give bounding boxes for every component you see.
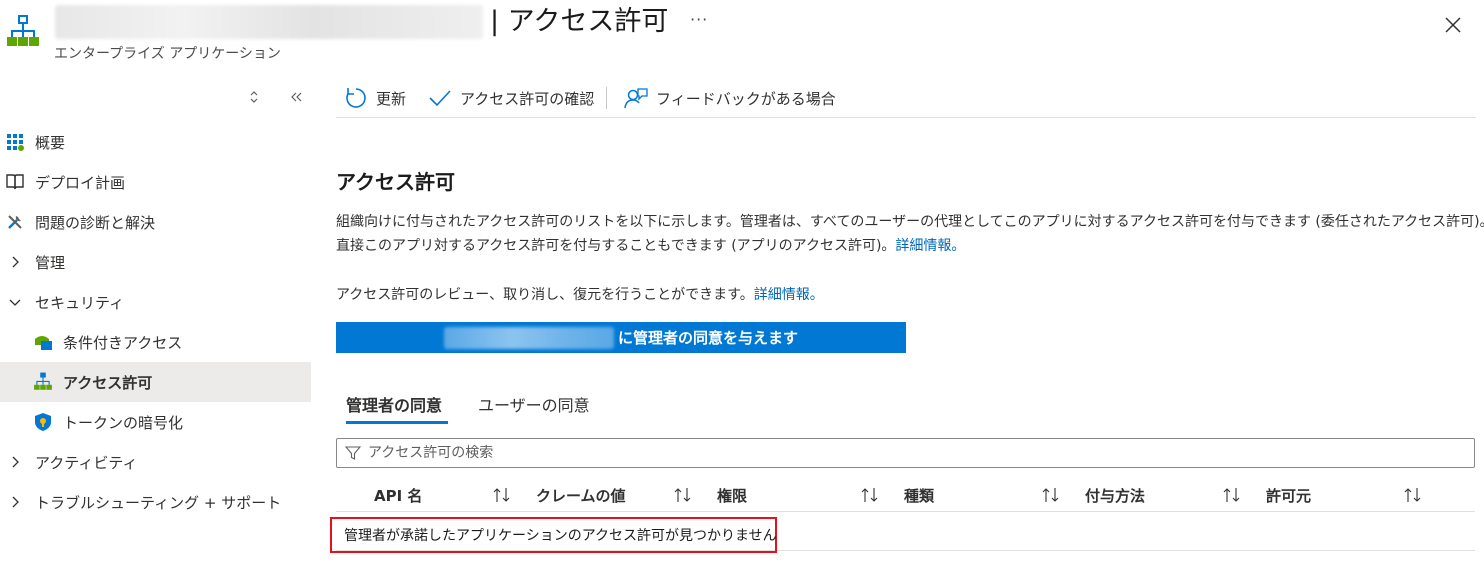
feedback-button[interactable]: フィードバックがある場合 — [624, 84, 836, 112]
sidebar-item-label: トラブルシューティング + サポート — [35, 493, 282, 512]
sort-icon[interactable] — [859, 486, 881, 504]
tab-user-consent[interactable]: ユーザーの同意 — [478, 392, 590, 416]
review-permissions-label: アクセス許可の確認 — [460, 89, 595, 108]
sidebar-item-label: トークンの暗号化 — [63, 413, 184, 432]
sidebar-item-deployment-plan[interactable]: デプロイ計画 — [0, 162, 311, 202]
sort-icon[interactable] — [491, 486, 513, 504]
refresh-label: 更新 — [376, 89, 407, 108]
sort-icon[interactable] — [1221, 486, 1243, 504]
learn-more-link[interactable]: 詳細情報。 — [895, 238, 965, 254]
feedback-label: フィードバックがある場合 — [656, 89, 836, 108]
checkmark-icon — [429, 90, 451, 107]
description-line-2: 直接このアプリ対するアクセス許可を付与することもできます (アプリのアクセス許可… — [336, 236, 965, 256]
sidebar-controls — [0, 80, 312, 114]
close-icon[interactable] — [1441, 13, 1465, 37]
sidebar-item-label: 管理 — [35, 253, 66, 272]
more-options-button[interactable]: ··· — [690, 10, 708, 29]
column-permission[interactable]: 権限 — [717, 485, 747, 506]
consent-tabs: 管理者の同意 ユーザーの同意 — [336, 382, 736, 424]
wrench-icon — [4, 211, 26, 233]
sidebar-item-conditional-access[interactable]: 条件付きアクセス — [0, 322, 311, 362]
column-grant-method[interactable]: 付与方法 — [1085, 485, 1145, 506]
app-name-redacted — [55, 5, 483, 39]
shield-icon — [32, 411, 54, 433]
empty-table-message: 管理者が承諾したアプリケーションのアクセス許可が見つかりません — [330, 517, 777, 553]
grant-admin-consent-label: に管理者の同意を与えます — [617, 329, 798, 347]
column-api-name[interactable]: API 名 — [374, 485, 422, 506]
sidebar: 概要 デプロイ計画 問題の診断と解決 管理 セキュリティ 条件付きアクセス アク… — [0, 80, 312, 572]
column-claim-value[interactable]: クレームの値 — [536, 485, 626, 506]
sidebar-item-label: アクセス許可 — [63, 373, 153, 392]
tenant-name-redacted — [443, 326, 614, 349]
sidebar-item-activity[interactable]: アクティビティ — [0, 442, 311, 482]
permission-search-input[interactable] — [366, 444, 1446, 462]
sidebar-item-diagnose[interactable]: 問題の診断と解決 — [0, 202, 311, 242]
column-type[interactable]: 種類 — [904, 485, 934, 506]
sidebar-item-label: 問題の診断と解決 — [35, 213, 156, 232]
chevron-down-icon — [4, 291, 26, 313]
sidebar-item-overview[interactable]: 概要 — [0, 122, 311, 162]
feedback-icon — [624, 88, 648, 109]
sort-icon[interactable] — [1402, 486, 1424, 504]
enterprise-app-icon — [32, 371, 54, 393]
review-permissions-button[interactable]: アクセス許可の確認 — [428, 84, 594, 112]
sidebar-item-label: 条件付きアクセス — [63, 333, 183, 352]
double-chevron-left-icon[interactable] — [287, 88, 305, 106]
grid-icon — [4, 131, 26, 153]
chevron-right-icon — [4, 451, 26, 473]
description-line-1: 組織向けに付与されたアクセス許可のリストを以下に示します。管理者は、すべてのユー… — [336, 214, 1484, 230]
grant-admin-consent-button[interactable]: に管理者の同意を与えます — [336, 322, 906, 353]
sidebar-item-permissions[interactable]: アクセス許可 — [0, 362, 311, 402]
sidebar-item-token-encryption[interactable]: トークンの暗号化 — [0, 402, 311, 442]
refresh-button[interactable]: 更新 — [344, 84, 406, 112]
toolbar-divider — [606, 87, 607, 109]
sidebar-item-security[interactable]: セキュリティ — [0, 282, 311, 322]
page-subtitle: エンタープライズ アプリケーション — [54, 46, 281, 62]
sidebar-item-manage[interactable]: 管理 — [0, 242, 311, 282]
refresh-icon — [346, 88, 366, 108]
sidebar-item-label: セキュリティ — [35, 293, 125, 312]
sidebar-item-label: 概要 — [35, 133, 66, 152]
chevron-right-icon — [4, 491, 26, 513]
permission-search-box[interactable] — [336, 438, 1475, 468]
sidebar-item-label: デプロイ計画 — [35, 173, 126, 192]
main-content: 更新 アクセス許可の確認 フィードバックがある場合 アクセス許可 組織向けに付与… — [330, 80, 1484, 572]
blade-header: | アクセス許可 ··· エンタープライズ アプリケーション — [0, 0, 1484, 70]
active-tab-indicator — [346, 421, 448, 424]
chevron-right-icon — [4, 251, 26, 273]
table-header: API 名 クレームの値 権限 種類 付与方法 許可元 — [336, 476, 1475, 512]
description-text: 直接このアプリ対するアクセス許可を付与することもできます (アプリのアクセス許可… — [336, 238, 896, 254]
section-title: アクセス許可 — [336, 170, 455, 194]
sidebar-item-troubleshooting[interactable]: トラブルシューティング + サポート — [0, 482, 311, 522]
page-title: | アクセス許可 — [490, 6, 669, 37]
enterprise-app-icon — [7, 15, 39, 46]
filter-icon — [345, 446, 361, 460]
sort-icon[interactable] — [1040, 486, 1062, 504]
book-icon — [4, 171, 26, 193]
description-line-3: アクセス許可のレビュー、取り消し、復元を行うことができます。詳細情報。 — [336, 285, 824, 305]
description-text: アクセス許可のレビュー、取り消し、復元を行うことができます。 — [336, 287, 754, 303]
conditional-access-icon — [32, 331, 54, 353]
sidebar-item-label: アクティビティ — [35, 453, 138, 472]
sort-icon[interactable] — [672, 486, 694, 504]
column-granted-by[interactable]: 許可元 — [1266, 485, 1311, 506]
learn-more-link[interactable]: 詳細情報。 — [754, 287, 824, 303]
expand-collapse-icon[interactable] — [245, 88, 263, 106]
tab-admin-consent[interactable]: 管理者の同意 — [346, 392, 442, 416]
command-bar: 更新 アクセス許可の確認 フィードバックがある場合 — [336, 80, 1476, 118]
